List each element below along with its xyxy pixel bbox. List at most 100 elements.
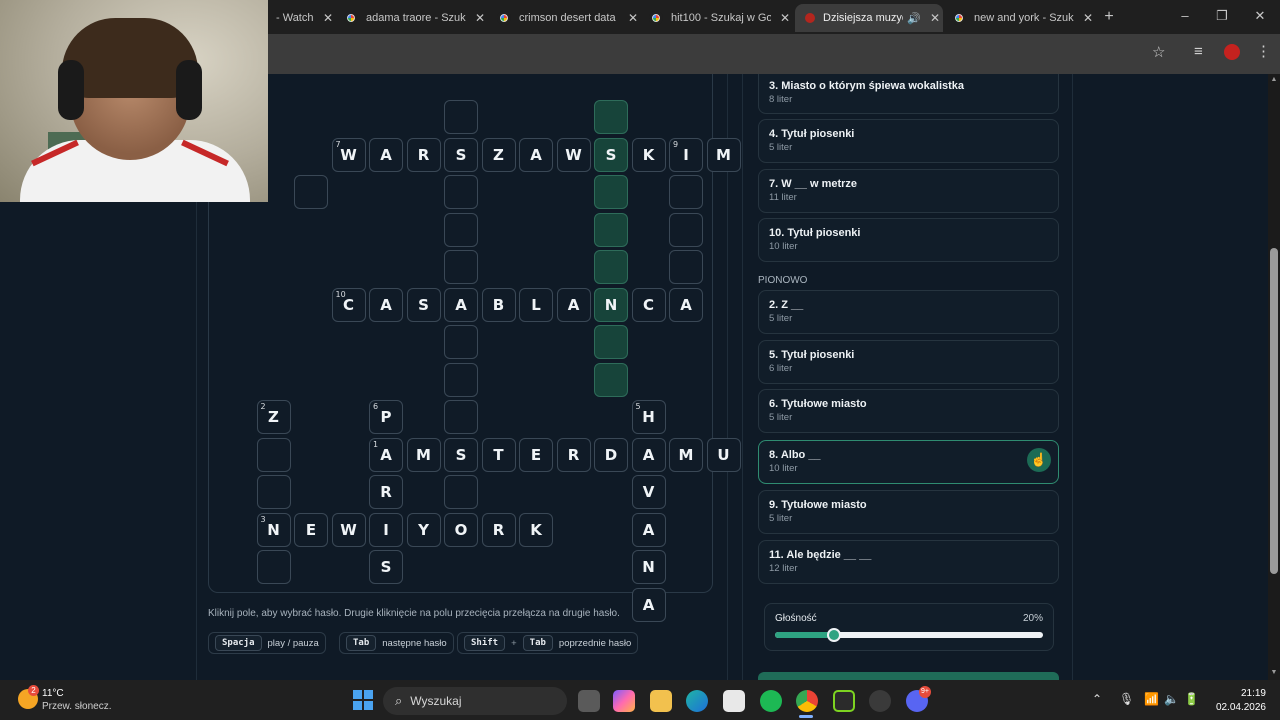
crossword-cell[interactable]: A: [519, 137, 553, 172]
scroll-down-icon[interactable]: ▼: [1268, 669, 1280, 676]
clue-down-6[interactable]: 6. Tytułowe miasto 5 liter: [758, 389, 1059, 433]
crossword-cell[interactable]: S: [444, 437, 478, 472]
weather-temperature[interactable]: 11°C: [42, 688, 64, 699]
close-icon[interactable]: ✕: [927, 11, 943, 25]
tab-adama-traore[interactable]: adama traore - Szuka ✕: [336, 4, 488, 32]
crossword-cell[interactable]: [444, 400, 478, 434]
clue-down-9[interactable]: 9. Tytułowe miasto 5 liter: [758, 490, 1059, 534]
crossword-cell[interactable]: [444, 100, 478, 134]
tab-new-and-york[interactable]: new and york - Szuk ✕: [944, 4, 1096, 32]
crossword-cell[interactable]: 10 C: [331, 287, 366, 322]
volume-slider[interactable]: [775, 628, 1043, 642]
crossword-cell[interactable]: R: [406, 137, 441, 172]
crossword-cell[interactable]: S: [406, 287, 441, 322]
crossword-cell[interactable]: A: [669, 287, 703, 322]
crossword-cell[interactable]: [594, 175, 628, 209]
crossword-cell[interactable]: C: [631, 287, 666, 322]
scrollbar-thumb[interactable]: [1270, 248, 1278, 574]
crossword-cell[interactable]: O: [444, 512, 478, 547]
speaker-icon[interactable]: 🔊: [907, 12, 921, 25]
crossword-cell[interactable]: R: [556, 437, 591, 472]
crossword-cell[interactable]: A: [631, 512, 666, 547]
close-icon[interactable]: ✕: [1080, 11, 1096, 25]
crossword-cell[interactable]: [256, 475, 291, 509]
crossword-cell[interactable]: 6P: [369, 400, 403, 434]
crossword-cell[interactable]: [594, 100, 628, 134]
crossword-cell[interactable]: T: [481, 437, 516, 472]
crossword-cell[interactable]: [594, 212, 628, 247]
crossword-cell[interactable]: B: [481, 287, 516, 322]
battery-icon[interactable]: 🔋: [1184, 692, 1199, 706]
crossword-cell[interactable]: 1A: [369, 437, 403, 472]
new-tab-button[interactable]: +: [1100, 8, 1118, 26]
crossword-cell[interactable]: [669, 175, 703, 209]
crossword-cell[interactable]: W: [331, 512, 366, 547]
crossword-cell[interactable]: S: [594, 137, 628, 172]
crossword-cell[interactable]: W: [556, 137, 591, 172]
crossword-cell[interactable]: 7W: [331, 137, 366, 172]
clue-down-11[interactable]: 11. Ale będzie __ __ 12 liter: [758, 540, 1059, 584]
wifi-icon[interactable]: 📶: [1144, 692, 1159, 706]
crossword-cell[interactable]: A: [369, 137, 403, 172]
crossword-cell[interactable]: M: [669, 437, 703, 472]
crossword-cell[interactable]: A: [444, 287, 478, 322]
crossword-cell[interactable]: [294, 175, 328, 209]
crossword-cell[interactable]: [444, 175, 478, 209]
crossword-cell[interactable]: R: [369, 475, 403, 509]
crossword-cell[interactable]: S: [444, 137, 478, 172]
crossword-cell[interactable]: S: [369, 550, 403, 584]
file-explorer-icon[interactable]: [650, 690, 672, 712]
crossword-cell[interactable]: A: [631, 587, 666, 622]
crossword-cell[interactable]: [444, 362, 478, 397]
maximize-button[interactable]: ❐: [1212, 8, 1232, 24]
clue-across-7[interactable]: 7. W __ w metrze 11 liter: [758, 169, 1059, 213]
crossword-cell[interactable]: A: [369, 287, 403, 322]
crossword-cell[interactable]: [594, 362, 628, 397]
tab-watch[interactable]: - Watch ✕: [268, 4, 336, 32]
tray-chevron-icon[interactable]: ⌃: [1092, 692, 1102, 706]
crossword-cell[interactable]: D: [594, 437, 628, 472]
action-button-partial[interactable]: [758, 672, 1059, 680]
crossword-cell[interactable]: I: [369, 512, 403, 547]
terminal-icon[interactable]: [833, 690, 855, 712]
clue-across-10[interactable]: 10. Tytuł piosenki 10 liter: [758, 218, 1059, 262]
crossword-cell[interactable]: 2Z: [256, 400, 291, 434]
crossword-cell[interactable]: Z: [481, 137, 516, 172]
crossword-cell[interactable]: [594, 325, 628, 359]
clue-down-5[interactable]: 5. Tytuł piosenki 6 liter: [758, 340, 1059, 384]
crossword-cell[interactable]: [444, 475, 478, 509]
crossword-cell[interactable]: [444, 250, 478, 284]
close-window-button[interactable]: ✕: [1250, 8, 1270, 24]
windows-start-icon[interactable]: [353, 690, 373, 710]
scroll-up-icon[interactable]: ▲: [1268, 76, 1280, 83]
close-icon[interactable]: ✕: [472, 11, 488, 25]
clue-across-4[interactable]: 4. Tytuł piosenki 5 liter: [758, 119, 1059, 163]
crossword-cell[interactable]: A: [556, 287, 591, 322]
profile-avatar[interactable]: [1224, 44, 1240, 60]
close-icon[interactable]: ✕: [320, 11, 336, 25]
crossword-cell[interactable]: M: [406, 437, 441, 472]
taskbar-search[interactable]: ⌕ Wyszukaj: [383, 687, 567, 715]
steam-icon[interactable]: [869, 690, 891, 712]
crossword-cell[interactable]: M: [706, 137, 741, 172]
crossword-cell[interactable]: [594, 250, 628, 284]
crossword-cell[interactable]: R: [481, 512, 516, 547]
crossword-cell[interactable]: U: [706, 437, 741, 472]
clue-across-3[interactable]: 3. Miasto o którym śpiewa wokalistka 8 l…: [758, 74, 1059, 114]
close-icon[interactable]: ✕: [777, 11, 793, 25]
tab-dzisiejsza-muzyka[interactable]: Dzisiejsza muzyc 🔊 ✕: [795, 4, 943, 32]
crossword-cell[interactable]: K: [631, 137, 666, 172]
spotify-icon[interactable]: [760, 690, 782, 712]
crossword-cell[interactable]: L: [519, 287, 553, 322]
crossword-cell[interactable]: E: [519, 437, 553, 472]
media-control-icon[interactable]: ≡: [1194, 43, 1203, 60]
crossword-cell[interactable]: [444, 325, 478, 359]
taskbar-clock[interactable]: 21:19 02.04.2026: [1216, 687, 1266, 715]
chrome-icon[interactable]: [796, 690, 818, 712]
crossword-cell[interactable]: [669, 250, 703, 284]
clue-down-8[interactable]: 8. Albo __ 10 liter: [758, 440, 1059, 484]
store-icon[interactable]: [723, 690, 745, 712]
crossword-cell[interactable]: N: [594, 287, 628, 322]
clue-down-2[interactable]: 2. Z __ 5 liter: [758, 290, 1059, 334]
menu-kebab-icon[interactable]: ⋮: [1256, 42, 1271, 60]
